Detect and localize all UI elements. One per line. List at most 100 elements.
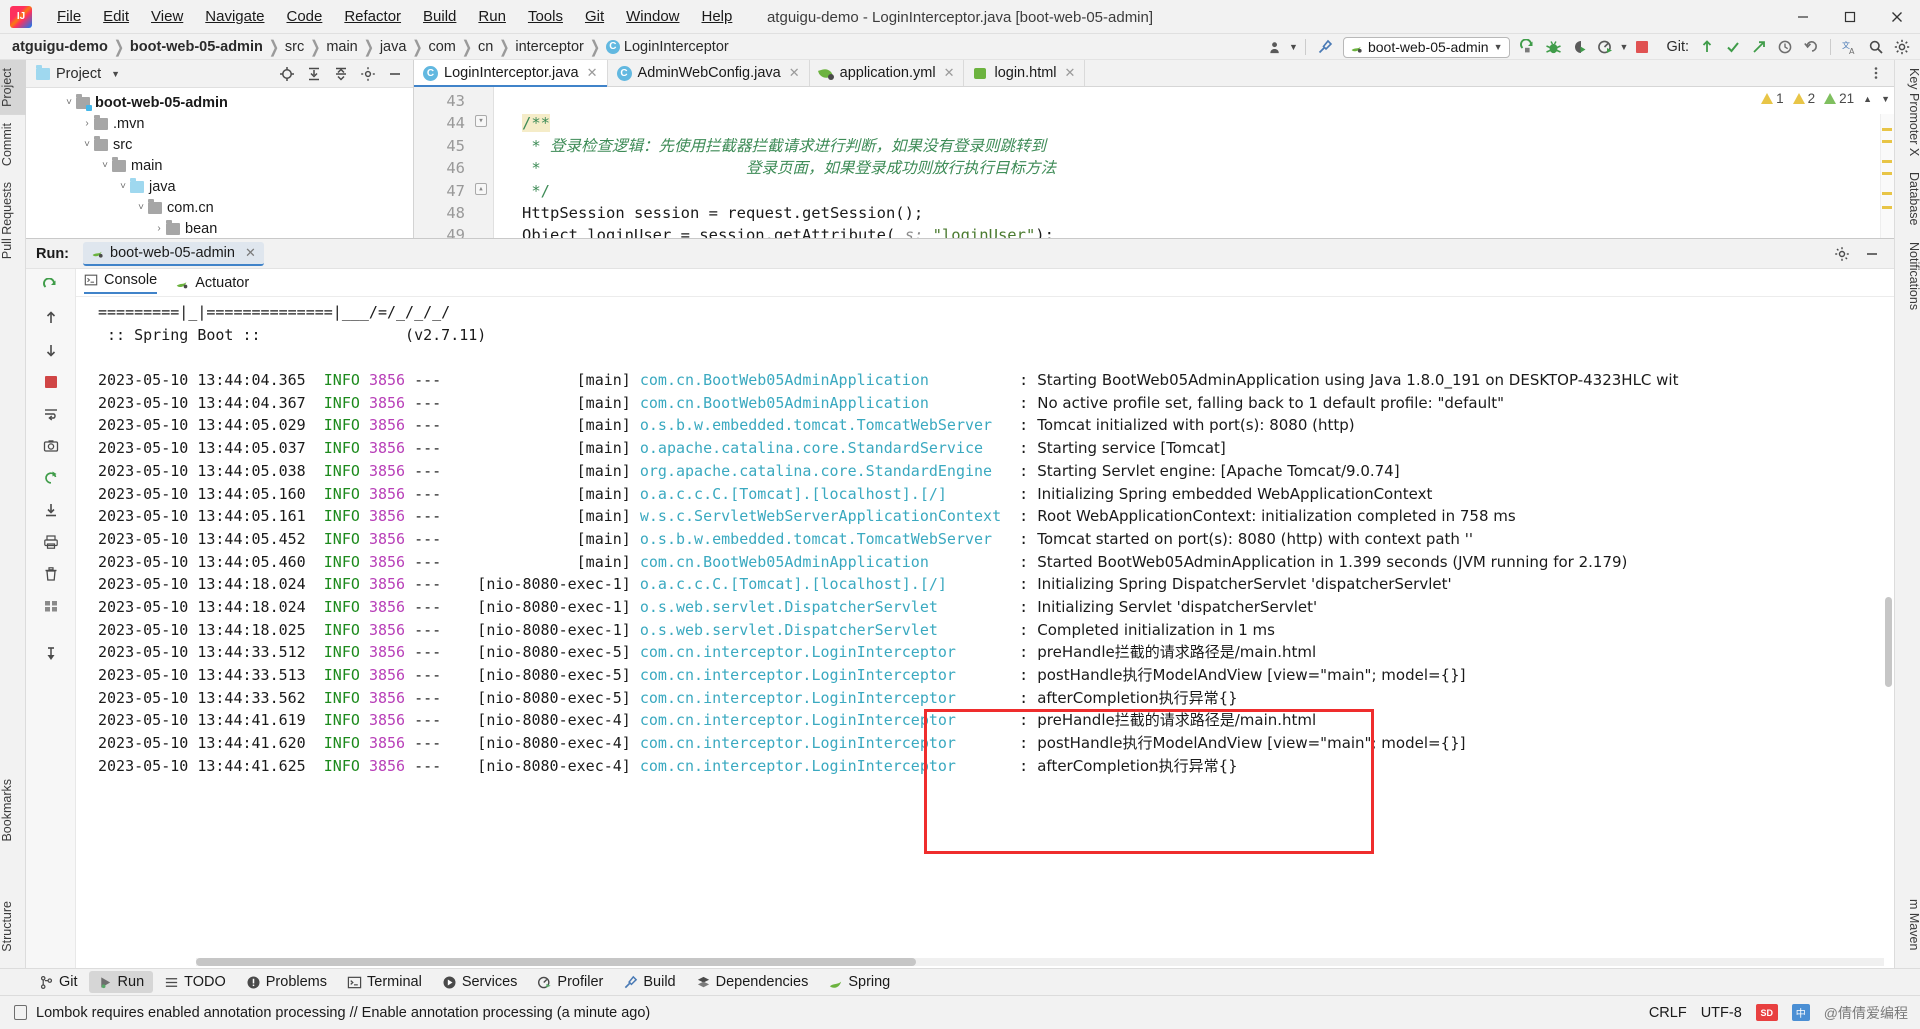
expand-all-icon[interactable] bbox=[302, 63, 326, 85]
git-history-icon[interactable] bbox=[1773, 36, 1797, 58]
stripe-marker[interactable] bbox=[1882, 160, 1892, 163]
stripe-marker[interactable] bbox=[1882, 192, 1892, 195]
collapse-all-icon[interactable] bbox=[329, 63, 353, 85]
tool-window-build[interactable]: Build bbox=[614, 971, 684, 993]
console-horizontal-scrollbar[interactable] bbox=[196, 958, 1884, 966]
tool-window-problems[interactable]: Problems bbox=[237, 971, 336, 993]
translate-icon[interactable]: 文A bbox=[1838, 36, 1862, 58]
scrollbar-thumb[interactable] bbox=[196, 958, 916, 966]
build-hammer-icon[interactable] bbox=[1313, 36, 1337, 58]
code-lines[interactable]: /** * 登录检查逻辑：先使用拦截器拦截请求进行判断，如果没有登录则跳转到 *… bbox=[494, 87, 1894, 238]
close-button[interactable] bbox=[1873, 0, 1920, 34]
clear-all-icon[interactable] bbox=[39, 563, 63, 585]
stop-icon[interactable] bbox=[39, 371, 63, 393]
close-icon[interactable]: ✕ bbox=[1065, 65, 1076, 81]
menu-code[interactable]: Code bbox=[275, 4, 333, 29]
status-badge-warning-2[interactable]: 2 bbox=[1792, 91, 1815, 106]
profiler-icon[interactable] bbox=[1594, 36, 1618, 58]
close-icon[interactable]: ✕ bbox=[789, 65, 800, 81]
tool-window-terminal[interactable]: Terminal bbox=[338, 971, 431, 993]
menu-navigate[interactable]: Navigate bbox=[194, 4, 275, 29]
stripe-marker[interactable] bbox=[1882, 172, 1892, 175]
line-separator-indicator[interactable]: CRLF bbox=[1649, 1005, 1687, 1021]
stripe-marker[interactable] bbox=[1882, 128, 1892, 131]
tab-application-yml[interactable]: application.yml ✕ bbox=[810, 60, 965, 86]
stop-button[interactable] bbox=[1630, 36, 1654, 58]
rerun-icon[interactable] bbox=[39, 275, 63, 297]
soft-wrap-icon[interactable] bbox=[39, 403, 63, 425]
tool-window-dependencies[interactable]: Dependencies bbox=[687, 971, 818, 993]
screenshot-icon[interactable] bbox=[39, 435, 63, 457]
menu-help[interactable]: Help bbox=[691, 4, 744, 29]
breadcrumb-java[interactable]: java bbox=[380, 39, 407, 55]
menu-file[interactable]: File bbox=[46, 4, 92, 29]
fold-marker-end-icon[interactable]: ▴ bbox=[475, 183, 487, 195]
tab-console[interactable]: Console bbox=[84, 272, 158, 294]
stripe-marker[interactable] bbox=[1882, 140, 1892, 143]
chevron-right-icon[interactable]: › bbox=[152, 223, 166, 234]
sidebar-item-pull-requests[interactable]: Pull Requests bbox=[0, 174, 26, 267]
minimize-button[interactable] bbox=[1779, 0, 1826, 34]
run-configuration-selector[interactable]: boot-web-05-admin ▼ bbox=[1342, 36, 1510, 58]
tab-logininterceptor-java[interactable]: C LoginInterceptor.java ✕ bbox=[414, 60, 608, 87]
sidebar-item-key-promoter-x[interactable]: Key Promoter X bbox=[1895, 60, 1920, 164]
chevron-down-icon[interactable]: ▼ bbox=[1289, 42, 1298, 52]
sidebar-item-maven[interactable]: m Maven bbox=[1895, 891, 1920, 958]
restart-icon[interactable] bbox=[39, 467, 63, 489]
console-output[interactable]: =========|_|==============|___/=/_/_/_/ … bbox=[76, 297, 1894, 968]
scroll-up-icon[interactable] bbox=[39, 307, 63, 329]
inspection-widget[interactable]: 1 2 21 ▲ ▼ bbox=[1761, 91, 1890, 106]
chevron-down-icon[interactable]: ▼ bbox=[111, 69, 120, 79]
git-commit-icon[interactable] bbox=[1721, 36, 1745, 58]
tree-node-boot-web-05-admin[interactable]: ˅ boot-web-05-admin bbox=[26, 92, 413, 113]
tree-node-src[interactable]: ˅ src bbox=[26, 134, 413, 155]
menu-build[interactable]: Build bbox=[412, 4, 467, 29]
menu-run[interactable]: Run bbox=[467, 4, 517, 29]
sidebar-item-commit[interactable]: Commit bbox=[0, 115, 26, 174]
settings-gear-icon[interactable] bbox=[1890, 36, 1914, 58]
tree-node-com-cn[interactable]: ˅ com.cn bbox=[26, 197, 413, 218]
tool-window-profiler[interactable]: Profiler bbox=[528, 971, 612, 993]
tab-adminwebconfig-java[interactable]: C AdminWebConfig.java ✕ bbox=[608, 60, 810, 86]
git-push-icon[interactable] bbox=[1747, 36, 1771, 58]
coverage-icon[interactable] bbox=[1568, 36, 1592, 58]
chevron-down-icon[interactable]: ˅ bbox=[134, 202, 148, 213]
sidebar-item-notifications[interactable]: Notifications bbox=[1895, 234, 1920, 318]
sidebar-item-structure[interactable]: Structure bbox=[0, 893, 26, 960]
chevron-down-icon[interactable]: ˅ bbox=[116, 181, 130, 192]
hide-panel-icon[interactable] bbox=[383, 63, 407, 85]
status-badge-weak-warning[interactable]: 21 bbox=[1824, 91, 1854, 106]
tool-window-git[interactable]: Git bbox=[30, 971, 87, 993]
menu-refactor[interactable]: Refactor bbox=[333, 4, 412, 29]
debug-bug-icon[interactable] bbox=[1542, 36, 1566, 58]
status-badge-warning-1[interactable]: 1 bbox=[1761, 91, 1784, 106]
menu-edit[interactable]: Edit bbox=[92, 4, 140, 29]
print-icon[interactable] bbox=[39, 531, 63, 553]
run-config-tab[interactable]: boot-web-05-admin ✕ bbox=[83, 241, 264, 266]
breadcrumb-logininterceptor[interactable]: LoginInterceptor bbox=[624, 39, 729, 55]
tree-node-bean[interactable]: › bean bbox=[26, 218, 413, 239]
chevron-up-icon[interactable]: ▲ bbox=[1863, 94, 1872, 104]
breadcrumb-boot-web-05-admin[interactable]: boot-web-05-admin bbox=[130, 39, 263, 55]
sidebar-item-database[interactable]: Database bbox=[1895, 164, 1920, 234]
scroll-to-end-icon[interactable] bbox=[39, 499, 63, 521]
stripe-marker[interactable] bbox=[1882, 206, 1892, 209]
status-message[interactable]: Lombok requires enabled annotation proce… bbox=[36, 1005, 650, 1021]
console-vertical-scrollbar[interactable] bbox=[1885, 597, 1892, 687]
breadcrumb-main[interactable]: main bbox=[326, 39, 357, 55]
chevron-right-icon[interactable]: › bbox=[80, 118, 94, 129]
menu-window[interactable]: Window bbox=[615, 4, 690, 29]
close-icon[interactable]: ✕ bbox=[944, 65, 955, 81]
tree-node-java[interactable]: ˅ java bbox=[26, 176, 413, 197]
chevron-down-icon[interactable]: ▼ bbox=[1881, 94, 1890, 104]
breadcrumb-interceptor[interactable]: interceptor bbox=[515, 39, 584, 55]
tool-window-services[interactable]: Services bbox=[433, 971, 527, 993]
tool-window-spring[interactable]: Spring bbox=[819, 971, 899, 993]
encoding-indicator[interactable]: UTF-8 bbox=[1701, 1005, 1742, 1021]
tree-node-main[interactable]: ˅ main bbox=[26, 155, 413, 176]
chevron-down-icon[interactable]: ˅ bbox=[62, 97, 76, 108]
menu-git[interactable]: Git bbox=[574, 4, 615, 29]
breadcrumb-cn[interactable]: cn bbox=[478, 39, 493, 55]
grid-icon[interactable] bbox=[39, 595, 63, 617]
breadcrumb-com[interactable]: com bbox=[428, 39, 455, 55]
